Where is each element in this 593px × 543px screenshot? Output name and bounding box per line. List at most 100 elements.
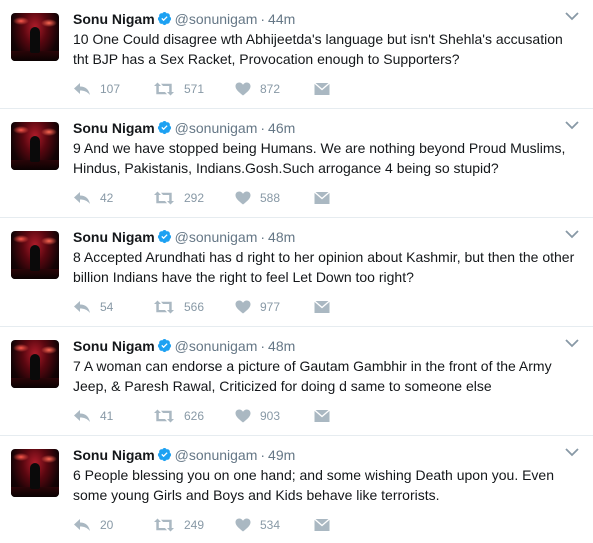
retweet-button[interactable]: 626 — [153, 406, 204, 426]
chevron-down-icon[interactable] — [565, 447, 579, 457]
reply-count: 107 — [100, 82, 121, 96]
retweet-count: 626 — [184, 409, 205, 423]
tweet-header: Sonu Nigam @sonunigam · 44m — [73, 10, 295, 28]
tweet-timestamp[interactable]: 49m — [268, 447, 295, 463]
verified-badge-icon — [157, 229, 171, 244]
avatar[interactable] — [11, 449, 59, 497]
author-handle[interactable]: @sonunigam — [175, 338, 258, 354]
author-name[interactable]: Sonu Nigam — [73, 11, 155, 27]
tweet-timestamp[interactable]: 44m — [268, 11, 295, 27]
direct-message-button[interactable] — [314, 515, 330, 535]
direct-message-icon — [314, 82, 330, 95]
tweet-header: Sonu Nigam @sonunigam · 48m — [73, 337, 295, 355]
reply-button[interactable]: 107 — [73, 79, 120, 99]
retweet-button[interactable]: 249 — [153, 515, 204, 535]
reply-icon — [74, 83, 90, 95]
tweet-text: 9 And we have stopped being Humans. We a… — [73, 140, 566, 176]
retweet-icon — [154, 82, 174, 96]
tweet-actions: 41 626 903 — [73, 406, 373, 426]
like-button[interactable]: 903 — [235, 406, 280, 426]
tweet[interactable]: Sonu Nigam @sonunigam · 44m 10 One Could di… — [0, 0, 593, 109]
tweet-header: Sonu Nigam @sonunigam · 49m — [73, 446, 295, 464]
like-button[interactable]: 977 — [235, 297, 280, 317]
reply-button[interactable]: 54 — [73, 297, 113, 317]
verified-badge-icon — [157, 120, 171, 135]
heart-icon — [235, 82, 251, 96]
tweet-header: Sonu Nigam @sonunigam · 46m — [73, 119, 295, 137]
like-button[interactable]: 872 — [235, 79, 280, 99]
reply-button[interactable]: 20 — [73, 515, 113, 535]
direct-message-icon — [314, 518, 330, 531]
separator-dot: · — [260, 11, 266, 27]
heart-icon — [235, 191, 251, 205]
direct-message-button[interactable] — [314, 297, 330, 317]
tweet-actions: 107 571 872 — [73, 79, 373, 99]
tweet[interactable]: Sonu Nigam @sonunigam · 48m 8 Accepted Arun… — [0, 218, 593, 327]
direct-message-button[interactable] — [314, 79, 330, 99]
author-handle[interactable]: @sonunigam — [175, 11, 258, 27]
chevron-down-icon[interactable] — [565, 120, 579, 130]
author-handle[interactable]: @sonunigam — [175, 447, 258, 463]
retweet-count: 571 — [184, 82, 205, 96]
avatar[interactable] — [11, 122, 59, 170]
like-button[interactable]: 588 — [235, 188, 280, 208]
direct-message-icon — [314, 300, 330, 313]
author-handle[interactable]: @sonunigam — [175, 120, 258, 136]
separator-dot: · — [260, 447, 266, 463]
reply-icon — [74, 192, 90, 204]
author-name[interactable]: Sonu Nigam — [73, 229, 155, 245]
retweet-button[interactable]: 571 — [153, 79, 204, 99]
tweet-timeline: Sonu Nigam @sonunigam · 44m 10 One Could di… — [0, 0, 593, 543]
retweet-count: 249 — [184, 518, 205, 532]
tweet-text: 6 People blessing you on one hand; and s… — [73, 467, 555, 503]
reply-count: 42 — [100, 191, 114, 205]
direct-message-icon — [314, 191, 330, 204]
tweet[interactable]: Sonu Nigam @sonunigam · 48m 7 A woman can e… — [0, 327, 593, 436]
separator-dot: · — [260, 338, 266, 354]
tweet-timestamp[interactable]: 48m — [268, 229, 295, 245]
verified-badge-icon — [157, 11, 171, 26]
tweet-header: Sonu Nigam @sonunigam · 48m — [73, 228, 295, 246]
like-count: 977 — [260, 300, 281, 314]
tweet-actions: 42 292 588 — [73, 188, 373, 208]
retweet-count: 566 — [184, 300, 205, 314]
author-name[interactable]: Sonu Nigam — [73, 120, 155, 136]
verified-badge-icon — [157, 338, 171, 353]
tweet[interactable]: Sonu Nigam @sonunigam · 49m 6 People blessi… — [0, 436, 593, 543]
tweet-text: 10 One Could disagree wth Abhijeetda's l… — [73, 31, 563, 67]
like-button[interactable]: 534 — [235, 515, 280, 535]
reply-button[interactable]: 41 — [73, 406, 113, 426]
tweet-actions: 54 566 977 — [73, 297, 373, 317]
reply-icon — [74, 410, 90, 422]
retweet-button[interactable]: 566 — [153, 297, 204, 317]
reply-count: 41 — [100, 409, 114, 423]
retweet-icon — [154, 518, 174, 532]
direct-message-button[interactable] — [314, 406, 330, 426]
retweet-button[interactable]: 292 — [153, 188, 204, 208]
author-name[interactable]: Sonu Nigam — [73, 338, 155, 354]
tweet-timestamp[interactable]: 46m — [268, 120, 295, 136]
direct-message-button[interactable] — [314, 188, 330, 208]
direct-message-icon — [314, 409, 330, 422]
heart-icon — [235, 518, 251, 532]
retweet-icon — [154, 300, 174, 314]
tweet-actions: 20 249 534 — [73, 515, 373, 535]
reply-button[interactable]: 42 — [73, 188, 113, 208]
author-name[interactable]: Sonu Nigam — [73, 447, 155, 463]
tweet-timestamp[interactable]: 48m — [268, 338, 295, 354]
author-handle[interactable]: @sonunigam — [175, 229, 258, 245]
avatar[interactable] — [11, 13, 59, 61]
retweet-icon — [154, 191, 174, 205]
avatar[interactable] — [11, 231, 59, 279]
chevron-down-icon[interactable] — [565, 338, 579, 348]
avatar[interactable] — [11, 340, 59, 388]
chevron-down-icon[interactable] — [565, 11, 579, 21]
like-count: 903 — [260, 409, 281, 423]
reply-count: 20 — [100, 518, 114, 532]
chevron-down-icon[interactable] — [565, 229, 579, 239]
like-count: 872 — [260, 82, 281, 96]
tweet[interactable]: Sonu Nigam @sonunigam · 46m 9 And we have s… — [0, 109, 593, 218]
like-count: 588 — [260, 191, 281, 205]
retweet-count: 292 — [184, 191, 205, 205]
reply-count: 54 — [100, 300, 114, 314]
